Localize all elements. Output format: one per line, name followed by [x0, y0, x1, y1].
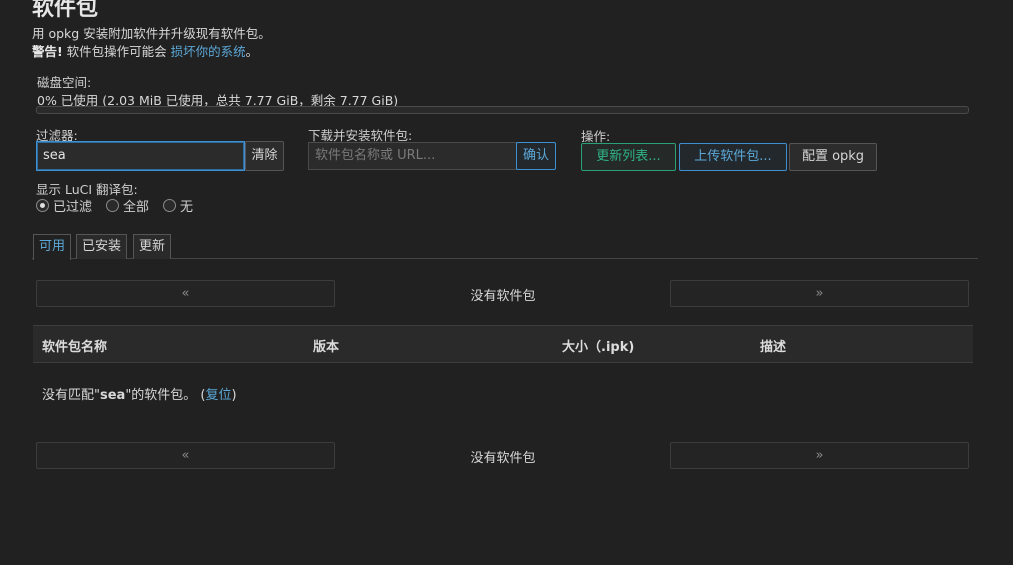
no-match-close: ): [231, 388, 237, 403]
pager-prev-button-bottom[interactable]: «: [36, 442, 335, 469]
column-size: 大小（.ipk): [562, 340, 635, 355]
radio-all-dot[interactable]: [106, 199, 120, 212]
package-url-placeholder: 软件包名称或 URL...: [315, 148, 436, 163]
column-package-name: 软件包名称: [42, 340, 108, 355]
page-description: 用 opkg 安装附加软件并升级现有软件包。: [32, 26, 271, 41]
pager-status-bottom: 没有软件包: [470, 451, 536, 466]
reset-filter-link[interactable]: 复位: [206, 388, 232, 403]
radio-none[interactable]: 无: [163, 196, 193, 215]
upload-package-button[interactable]: 上传软件包...: [679, 143, 787, 171]
radio-none-dot[interactable]: [163, 199, 177, 212]
filter-input[interactable]: sea: [36, 141, 245, 171]
confirm-install-button[interactable]: 确认: [516, 142, 556, 170]
no-match-prefix: 没有匹配": [42, 388, 100, 403]
translations-radio-group: 已过滤 全部 无: [36, 196, 193, 215]
radio-filtered-label: 已过滤: [53, 200, 93, 215]
radio-filtered[interactable]: 已过滤: [36, 196, 92, 215]
radio-none-label: 无: [180, 200, 194, 215]
pager-prev-button-top[interactable]: «: [36, 280, 335, 307]
warning-text: 软件包操作可能会: [62, 44, 171, 59]
page-title: 软件包: [32, 0, 99, 21]
warning-line: 警告! 软件包操作可能会 损坏你的系统。: [32, 41, 258, 60]
configure-opkg-button[interactable]: 配置 opkg: [789, 143, 877, 171]
pager-next-button-bottom[interactable]: »: [670, 442, 969, 469]
radio-all[interactable]: 全部: [106, 196, 149, 215]
no-match-query: sea: [99, 388, 126, 403]
pager-next-button-top[interactable]: »: [670, 280, 969, 307]
disk-space-label: 磁盘空间:: [37, 75, 92, 90]
tab-updates[interactable]: 更新: [133, 234, 172, 259]
package-table-header: 软件包名称 版本 大小（.ipk) 描述: [33, 325, 973, 363]
no-match-suffix: "的软件包。 (: [125, 388, 206, 403]
radio-filtered-dot[interactable]: [36, 199, 49, 212]
package-tabs: 可用 已安装 更新: [32, 234, 978, 260]
warning-suffix: 。: [245, 44, 259, 59]
no-match-message: 没有匹配"sea"的软件包。 (复位): [42, 384, 237, 403]
disk-usage-bar: [36, 106, 969, 114]
column-version: 版本: [313, 340, 340, 355]
warning-link[interactable]: 损坏你的系统: [171, 44, 246, 59]
radio-all-label: 全部: [123, 200, 150, 215]
pager-status-top: 没有软件包: [470, 289, 536, 304]
column-description: 描述: [760, 340, 787, 355]
tab-available[interactable]: 可用: [33, 234, 72, 260]
clear-filter-button[interactable]: 清除: [245, 141, 284, 171]
package-url-input[interactable]: 软件包名称或 URL...: [308, 142, 517, 170]
filter-input-value: sea: [43, 148, 66, 163]
warning-prefix: 警告!: [32, 44, 63, 59]
tab-installed[interactable]: 已安装: [76, 234, 128, 259]
update-lists-button[interactable]: 更新列表...: [581, 143, 676, 171]
